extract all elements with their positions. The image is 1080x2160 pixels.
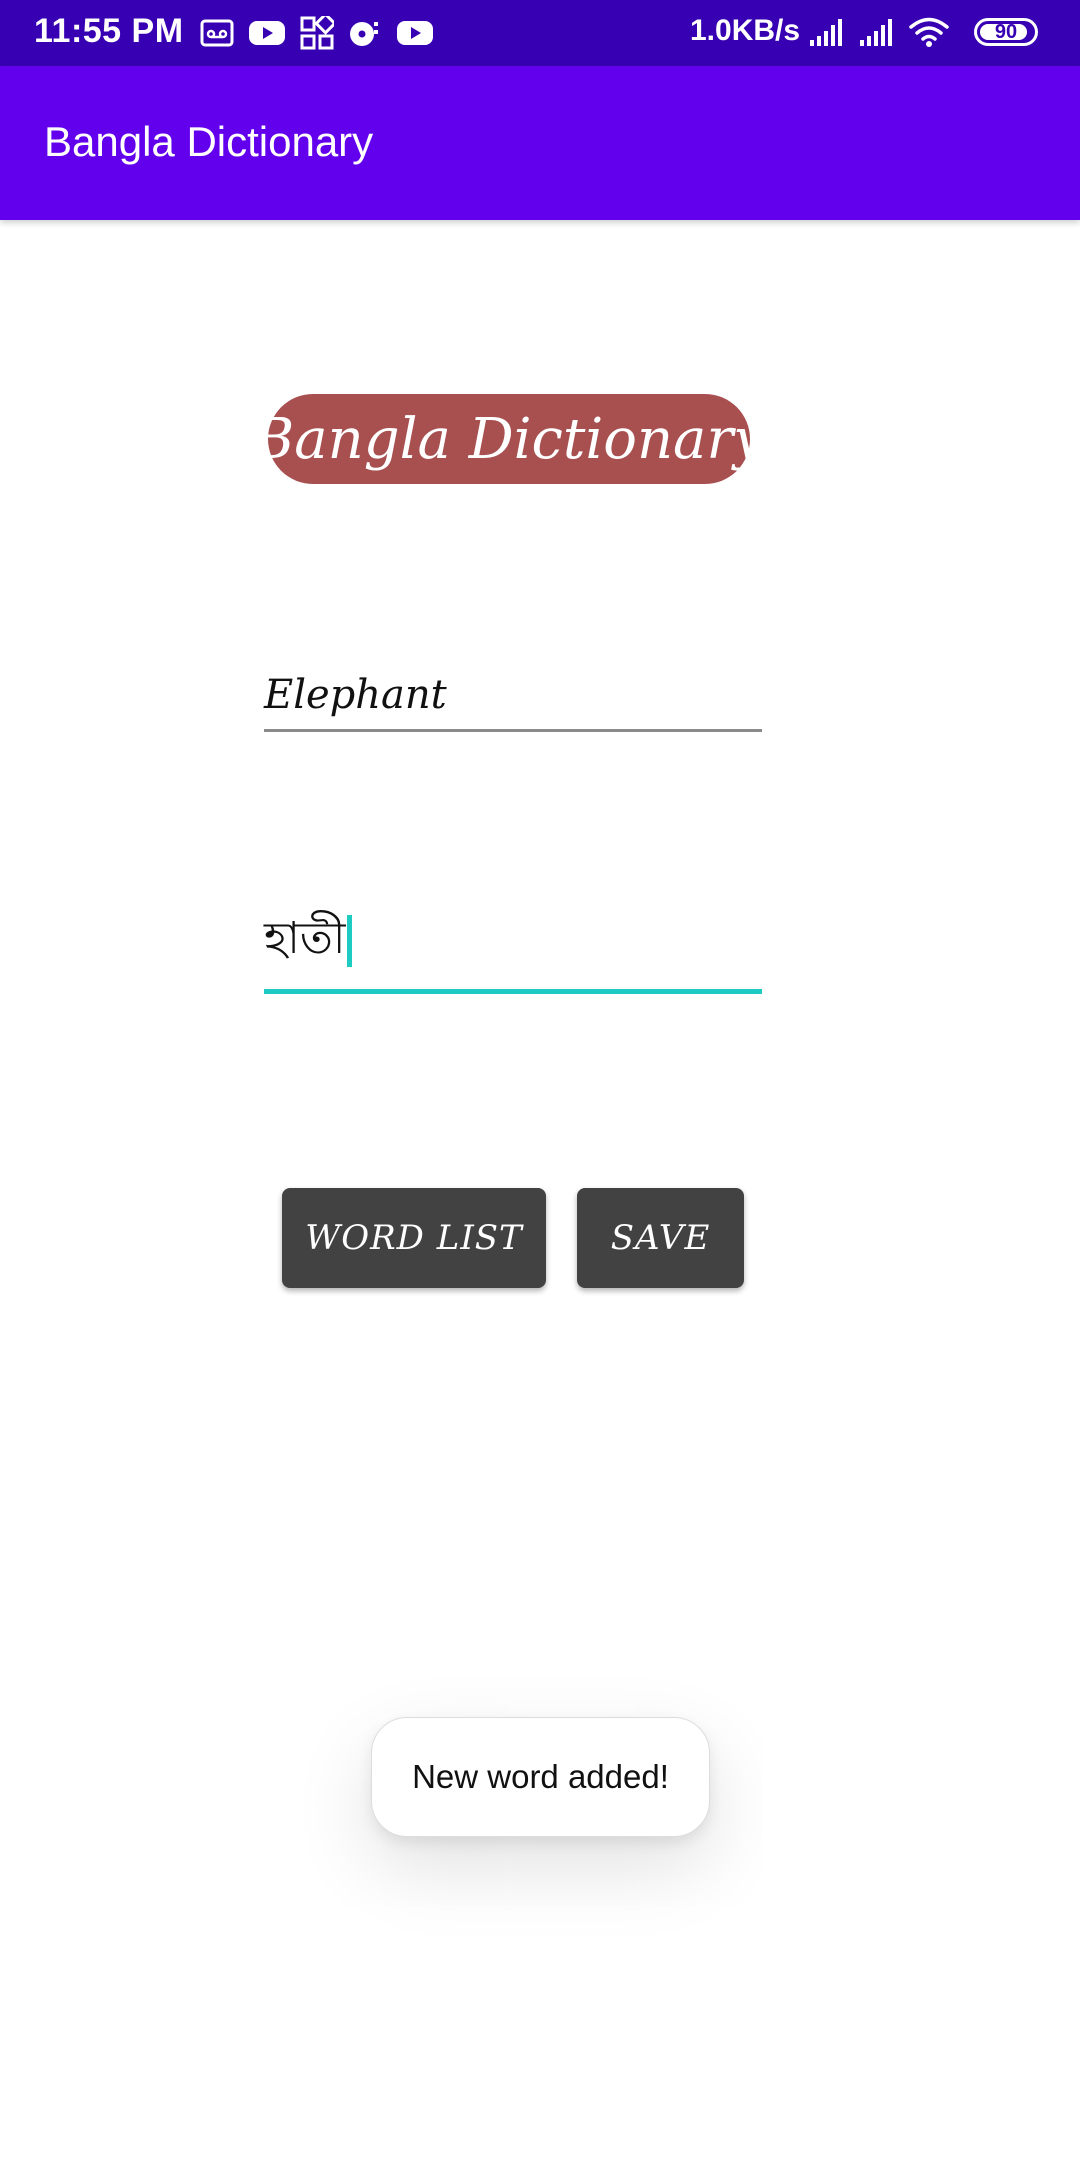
app-bar: Bangla Dictionary: [0, 66, 1080, 220]
network-speed: 1.0KB/s: [690, 14, 801, 47]
voicemail-icon: [200, 19, 234, 47]
bangla-meaning-field[interactable]: হাতী: [264, 900, 762, 994]
youtube-icon: [249, 21, 285, 45]
battery-icon: 90: [974, 18, 1038, 46]
wifi-icon: [909, 17, 949, 47]
battery-level: 90: [994, 20, 1018, 43]
save-button[interactable]: SAVE: [577, 1188, 744, 1288]
apps-grid-icon: [300, 16, 334, 50]
toast-message: New word added!: [371, 1717, 710, 1837]
logo-text: Bangla Dictionary: [253, 406, 765, 472]
bangla-meaning-underline: [264, 989, 762, 994]
logo-banner: Bangla Dictionary: [253, 394, 765, 484]
system-icons: 90: [808, 12, 1038, 52]
app-title: Bangla Dictionary: [44, 118, 374, 165]
signal-icon: [810, 19, 842, 46]
notification-icons: [200, 14, 434, 52]
bangla-meaning-value: হাতী: [264, 913, 346, 964]
english-word-value: Elephant: [264, 672, 447, 718]
status-time: 11:55 PM: [34, 12, 184, 50]
word-list-button[interactable]: WORD LIST: [282, 1188, 546, 1288]
signal-icon: [860, 19, 892, 46]
status-bar: 11:55 PM 1.0KB/s 90: [0, 0, 1080, 66]
music-icon: [350, 22, 378, 46]
youtube-icon: [397, 21, 433, 45]
english-word-underline: [264, 729, 762, 732]
english-word-field[interactable]: Elephant: [264, 660, 762, 732]
text-cursor: [347, 915, 353, 967]
